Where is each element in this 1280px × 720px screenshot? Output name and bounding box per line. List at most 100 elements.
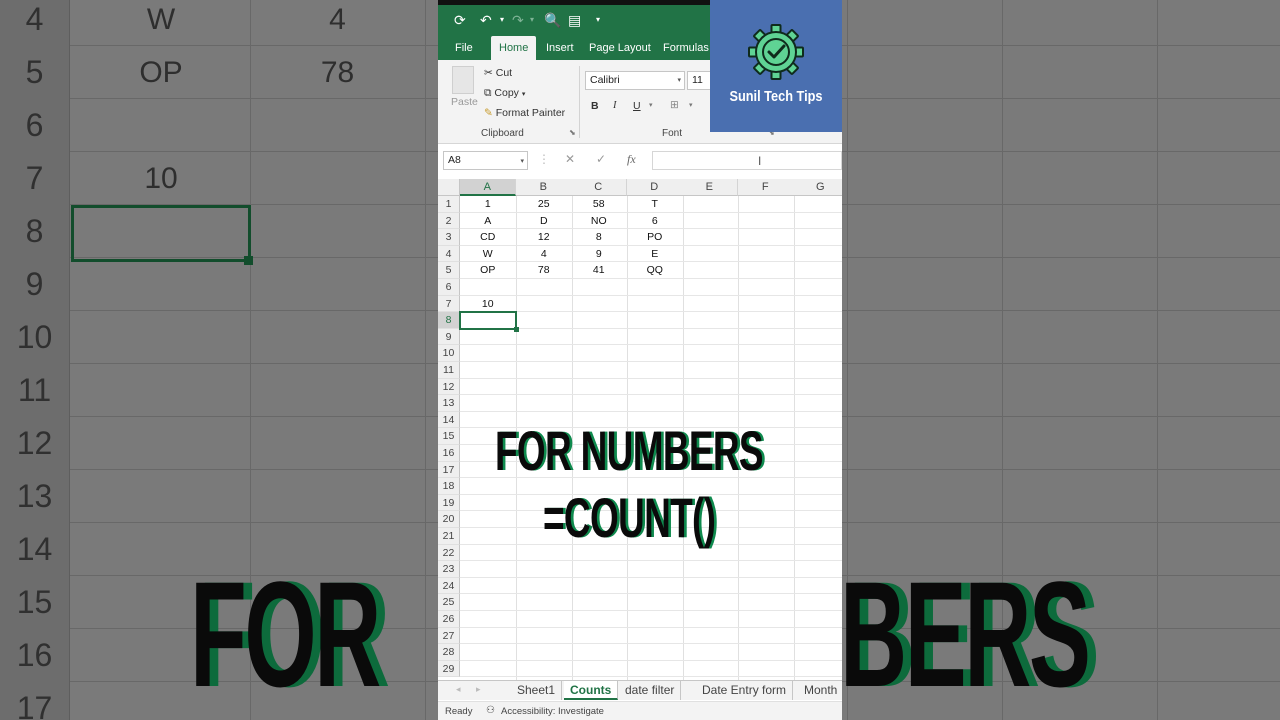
underline-button[interactable]: U [633,100,641,112]
tab-file[interactable]: File [455,36,473,60]
row-header-4[interactable]: 4 [438,245,460,263]
cell-b1[interactable]: 25 [516,196,572,213]
underline-dropdown-icon[interactable]: ▾ [649,101,653,109]
cell-a5[interactable]: OP [460,262,516,279]
row-header-13[interactable]: 13 [438,395,460,412]
scroll-left-icon[interactable]: ◂ [456,684,461,695]
formula-input[interactable] [652,151,842,170]
column-header-b[interactable]: B [516,179,572,196]
row-header-23[interactable]: 23 [438,561,460,578]
tab-page-layout[interactable]: Page Layout [589,36,651,60]
cell-b2[interactable]: D [516,213,572,230]
accessibility-status[interactable]: Accessibility: Investigate [501,706,604,717]
bold-button[interactable]: B [591,100,599,112]
tab-home[interactable]: Home [491,36,537,60]
cell-d5[interactable]: QQ [627,262,683,279]
sheet-tab-month[interactable]: Month [798,681,842,700]
cell-a3[interactable]: CD [460,229,516,246]
row-header-19[interactable]: 19 [438,494,460,512]
fill-handle[interactable] [513,326,519,332]
cell-d2[interactable]: 6 [627,213,683,230]
row-header-3[interactable]: 3 [438,229,460,246]
cell-d7[interactable] [627,296,683,313]
cell-a4[interactable]: W [460,246,516,263]
sheet-tab-counts[interactable]: Counts [564,681,619,700]
insert-function-icon[interactable]: fx [627,152,636,167]
scroll-right-icon[interactable]: ▸ [476,684,481,695]
format-painter-button[interactable]: ✎ Format Painter [484,107,565,119]
cell-c4[interactable]: 9 [571,246,627,263]
row-header-10[interactable]: 10 [438,345,460,362]
cell-d3[interactable]: PO [627,229,683,246]
cell-c7[interactable] [571,296,627,313]
undo-dropdown-icon[interactable]: ▾ [500,11,504,29]
row-header-25[interactable]: 25 [438,594,460,611]
name-box[interactable]: A8 ▾ [443,151,528,170]
enter-icon[interactable]: ✓ [596,152,606,166]
sheet-tab-date-entry-form[interactable]: Date Entry form [696,681,794,700]
row-header-5[interactable]: 5 [438,262,460,279]
paste-icon[interactable] [452,66,474,94]
row-header-29[interactable]: 29 [438,660,460,678]
row-header-17[interactable]: 17 [438,461,460,479]
cell-d1[interactable]: T [627,196,683,213]
font-size-select[interactable]: 11 [687,71,711,90]
cell-a2[interactable]: A [460,213,516,230]
tab-insert[interactable]: Insert [546,36,574,60]
cut-button[interactable]: ✂ Cut [484,67,512,79]
cell-a6[interactable] [460,279,516,296]
form-icon[interactable]: ▤ [568,11,581,29]
redo-dropdown-icon[interactable]: ▾ [530,11,534,29]
column-header-d[interactable]: D [627,179,683,196]
row-header-11[interactable]: 11 [438,362,460,379]
row-header-26[interactable]: 26 [438,611,460,628]
cell-c1[interactable]: 58 [571,196,627,213]
italic-button[interactable]: I [613,100,617,111]
row-header-22[interactable]: 22 [438,544,460,562]
column-header-c[interactable]: C [571,179,627,196]
row-header-12[interactable]: 12 [438,378,460,396]
redo-icon[interactable]: ↷ [512,11,524,29]
cancel-icon[interactable]: ✕ [565,152,575,166]
row-header-2[interactable]: 2 [438,212,460,230]
row-header-24[interactable]: 24 [438,577,460,595]
row-header-28[interactable]: 28 [438,644,460,661]
font-name-select[interactable]: Calibri ▾ [585,71,685,90]
cell-a7[interactable]: 10 [460,296,516,313]
row-header-15[interactable]: 15 [438,428,460,445]
cell-d4[interactable]: E [627,246,683,263]
cell-b6[interactable] [516,279,572,296]
select-all-corner[interactable] [438,179,460,196]
row-header-1[interactable]: 1 [438,196,460,213]
column-header-e[interactable]: E [682,179,738,196]
row-header-20[interactable]: 20 [438,511,460,528]
row-header-27[interactable]: 27 [438,627,460,645]
borders-dropdown-icon[interactable]: ▾ [689,101,693,109]
cell-c3[interactable]: 8 [571,229,627,246]
tab-formulas[interactable]: Formulas [663,36,709,60]
column-header-f[interactable]: F [738,179,794,196]
column-header-g[interactable]: G [793,179,842,196]
borders-icon[interactable]: ⊞ [670,99,679,111]
row-header-16[interactable]: 16 [438,445,460,462]
clipboard-launcher-icon[interactable]: ⬊ [569,128,576,137]
row-header-14[interactable]: 14 [438,411,460,429]
row-header-6[interactable]: 6 [438,279,460,296]
row-header-7[interactable]: 7 [438,295,460,313]
row-header-21[interactable]: 21 [438,528,460,545]
row-header-18[interactable]: 18 [438,478,460,495]
print-preview-icon[interactable]: 🔍 [544,11,561,29]
cell-d6[interactable] [627,279,683,296]
sheet-tab-date-filter[interactable]: date filter [619,681,682,700]
autosave-icon[interactable]: ⟳ [454,11,466,29]
cell-c6[interactable] [571,279,627,296]
cell-c5[interactable]: 41 [571,262,627,279]
paste-button[interactable]: Paste [451,96,478,108]
undo-icon[interactable]: ↶ [480,11,492,29]
customize-toolbar-icon[interactable]: ▾ [596,11,600,29]
column-header-a[interactable]: A [460,179,516,196]
copy-button[interactable]: ⧉ Copy ▾ [484,87,525,100]
sheet-tab-sheet1[interactable]: Sheet1 [511,681,563,700]
cell-a1[interactable]: 1 [460,196,516,213]
cell-b7[interactable] [516,296,572,313]
